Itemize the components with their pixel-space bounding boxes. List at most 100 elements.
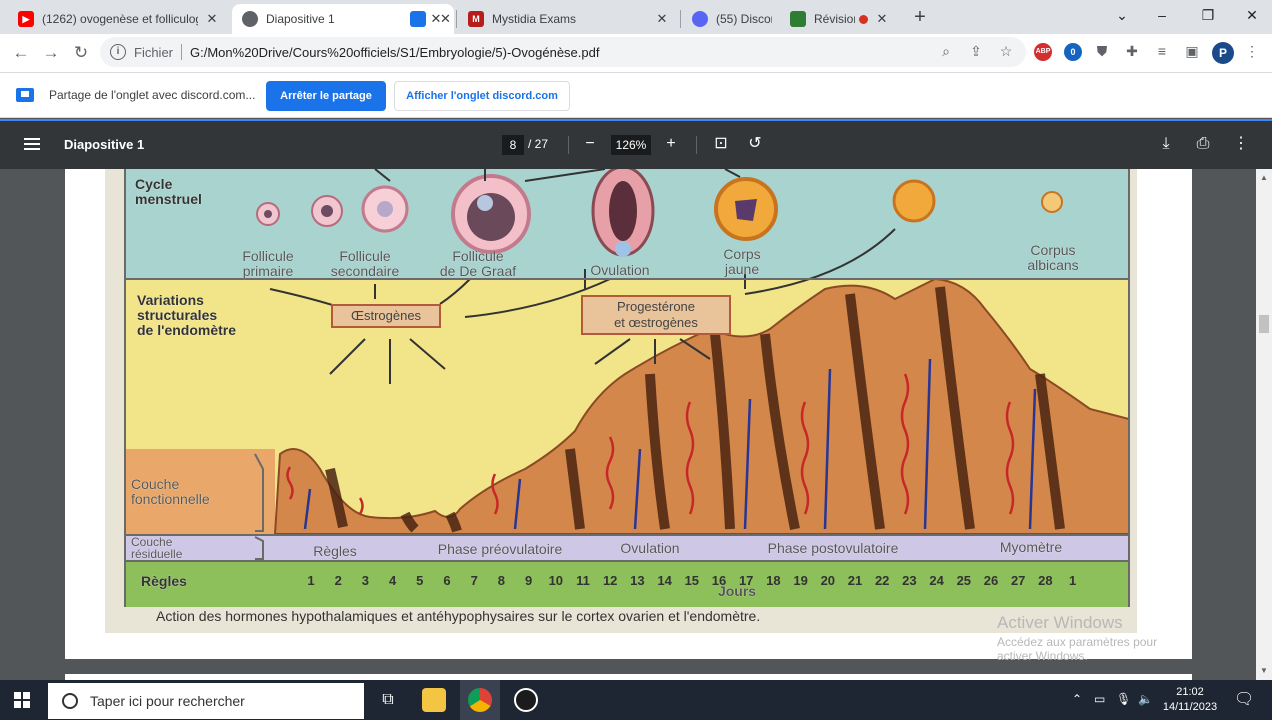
show-tab-button[interactable]: Afficher l'onglet discord.com: [394, 81, 570, 111]
bookmark-star-icon[interactable]: ☆: [996, 43, 1016, 60]
toolbar-divider: [696, 136, 697, 154]
scrollbar[interactable]: ▲ ▼: [1256, 169, 1272, 680]
tab-separator: [680, 10, 681, 28]
extension-badge: 0: [1070, 47, 1076, 57]
restore-button[interactable]: ❐: [1186, 4, 1230, 26]
tab-youtube[interactable]: ▶ (1262) ovogenèse et folliculoge ✕: [8, 4, 230, 34]
scroll-up-icon[interactable]: ▲: [1260, 173, 1268, 182]
tab-search-icon[interactable]: ⌄: [1100, 4, 1144, 26]
scroll-down-icon[interactable]: ▼: [1260, 666, 1268, 675]
avatar[interactable]: P: [1212, 42, 1234, 64]
progesterone-box: Progestérone et œstrogènes: [581, 295, 731, 335]
endometrium-label: Variations structurales de l'endomètre: [137, 292, 237, 338]
scrollbar-thumb[interactable]: [1259, 315, 1269, 333]
chevron-up-icon[interactable]: ⌃: [1072, 692, 1082, 706]
microphone-icon[interactable]: 🎙: [1116, 692, 1131, 706]
side-panel-icon[interactable]: ▣: [1182, 43, 1202, 60]
notion-icon: [790, 11, 806, 27]
task-view-icon[interactable]: ⧉: [376, 688, 400, 712]
minimize-button[interactable]: –: [1140, 4, 1184, 26]
recording-icon: [859, 14, 868, 24]
extension-badge-icon[interactable]: 0: [1064, 43, 1082, 61]
day-label: 25: [956, 573, 972, 588]
day-label: 23: [902, 573, 917, 588]
search-placeholder: Taper ici pour rechercher: [90, 693, 245, 709]
info-icon[interactable]: i: [110, 44, 126, 60]
back-arrow-icon[interactable]: ←: [10, 42, 32, 64]
close-icon[interactable]: ✕: [204, 11, 220, 27]
sharing-infobar: Partage de l'onglet avec discord.com... …: [0, 72, 1272, 118]
day-label: 7: [470, 573, 478, 588]
forward-arrow-icon[interactable]: →: [40, 42, 62, 64]
residual-layer-label: Couche résiduelle: [131, 535, 183, 561]
clock[interactable]: 21:02 14/11/2023: [1158, 685, 1222, 715]
days-label: Jours: [717, 583, 757, 599]
address-url[interactable]: G:/Mon%20Drive/Cours%20officiels/S1/Embr…: [190, 45, 599, 60]
taskbar-search[interactable]: Taper ici pour rechercher: [48, 683, 364, 719]
clock-date: 14/11/2023: [1162, 701, 1218, 713]
rotate-icon[interactable]: ↺: [744, 133, 766, 155]
label-follicule-secondaire: Follicule secondaire: [330, 248, 400, 279]
tab-title: Diapositive 1: [266, 12, 335, 26]
day-label: 8: [497, 573, 505, 588]
cycle-label: Cycle menstruel: [135, 176, 202, 207]
clock-time: 21:02: [1176, 686, 1204, 698]
discord-icon: [692, 11, 708, 27]
close-icon[interactable]: ✕: [440, 11, 451, 27]
tab-screen-share[interactable]: ✕: [400, 4, 456, 34]
tab-mystidia[interactable]: M Mystidia Exams ✕: [458, 4, 680, 34]
phase-myometre: Myomètre: [999, 539, 1063, 555]
youtube-icon: ▶: [18, 11, 34, 27]
network-icon[interactable]: ▭: [1094, 692, 1105, 706]
zoom-in-icon[interactable]: +: [660, 133, 682, 155]
print-icon[interactable]: ⎙: [1192, 133, 1214, 155]
puzzle-icon[interactable]: ✚: [1122, 43, 1142, 60]
day-label: 1: [307, 573, 315, 588]
figure-caption: Action des hormones hypothalamiques et a…: [156, 608, 761, 624]
volume-icon[interactable]: 🔈: [1138, 692, 1153, 706]
day-label: 13: [630, 573, 645, 588]
chrome-icon[interactable]: [468, 688, 492, 712]
reload-icon[interactable]: ↻: [70, 42, 92, 64]
page-number-input[interactable]: 8: [502, 135, 524, 155]
windows-activation-text: Accédez aux paramètres pour activer Wind…: [997, 635, 1158, 663]
day-label: 3: [361, 573, 369, 588]
day-label: 11: [576, 573, 590, 588]
toolbar-divider: [568, 136, 569, 154]
close-window-button[interactable]: ✕: [1230, 4, 1272, 26]
day-label: 27: [1010, 573, 1026, 588]
file-explorer-icon[interactable]: [422, 688, 446, 712]
search-icon: [62, 693, 78, 709]
zoom-out-icon[interactable]: −: [579, 133, 601, 155]
stop-sharing-button[interactable]: Arrêter le partage: [266, 81, 386, 111]
tab-discord[interactable]: (55) Discord | #: [682, 4, 782, 34]
day-label: 4: [388, 573, 397, 588]
windows-activation-title: Activer Windows: [997, 613, 1123, 632]
menu-icon[interactable]: [24, 138, 40, 150]
mystidia-icon: M: [468, 11, 484, 27]
download-icon[interactable]: ⤓: [1155, 133, 1177, 155]
close-icon[interactable]: ✕: [654, 11, 670, 27]
document-title: Diapositive 1: [64, 137, 145, 152]
tab-revisions[interactable]: Révisions ✕: [780, 4, 900, 34]
fit-page-icon[interactable]: ⊡: [710, 133, 732, 155]
shield-icon[interactable]: ⛊: [1092, 43, 1112, 60]
page-total: / 27: [528, 137, 549, 151]
close-icon[interactable]: ✕: [874, 11, 890, 27]
share-icon[interactable]: ⇪: [966, 43, 986, 60]
address-bar[interactable]: i Fichier G:/Mon%20Drive/Cours%20officie…: [100, 37, 1026, 67]
new-tab-button[interactable]: +: [908, 6, 932, 30]
zoom-icon[interactable]: ⌕: [936, 43, 956, 60]
kebab-menu-icon[interactable]: ⋮: [1242, 43, 1262, 60]
obs-icon[interactable]: [514, 688, 538, 712]
notification-icon[interactable]: 🗨: [1234, 689, 1254, 709]
zoom-input[interactable]: 126%: [611, 135, 651, 155]
more-options-icon[interactable]: ⋮: [1230, 133, 1252, 155]
oestrogen-box: Œstrogènes: [331, 304, 441, 328]
pdf-viewer[interactable]: Cycle menstruel Follicule primaire Folli…: [0, 169, 1256, 680]
pdf-toolbar: Diapositive 1 8 / 27 − 126% + ⊡ ↺ ⤓ ⎙ ⋮: [0, 119, 1272, 169]
adblock-icon[interactable]: ABP: [1034, 43, 1052, 61]
tab-title: (1262) ovogenèse et folliculoge: [42, 12, 198, 26]
windows-start-icon[interactable]: [14, 692, 30, 708]
media-icon[interactable]: ≡: [1152, 43, 1172, 59]
